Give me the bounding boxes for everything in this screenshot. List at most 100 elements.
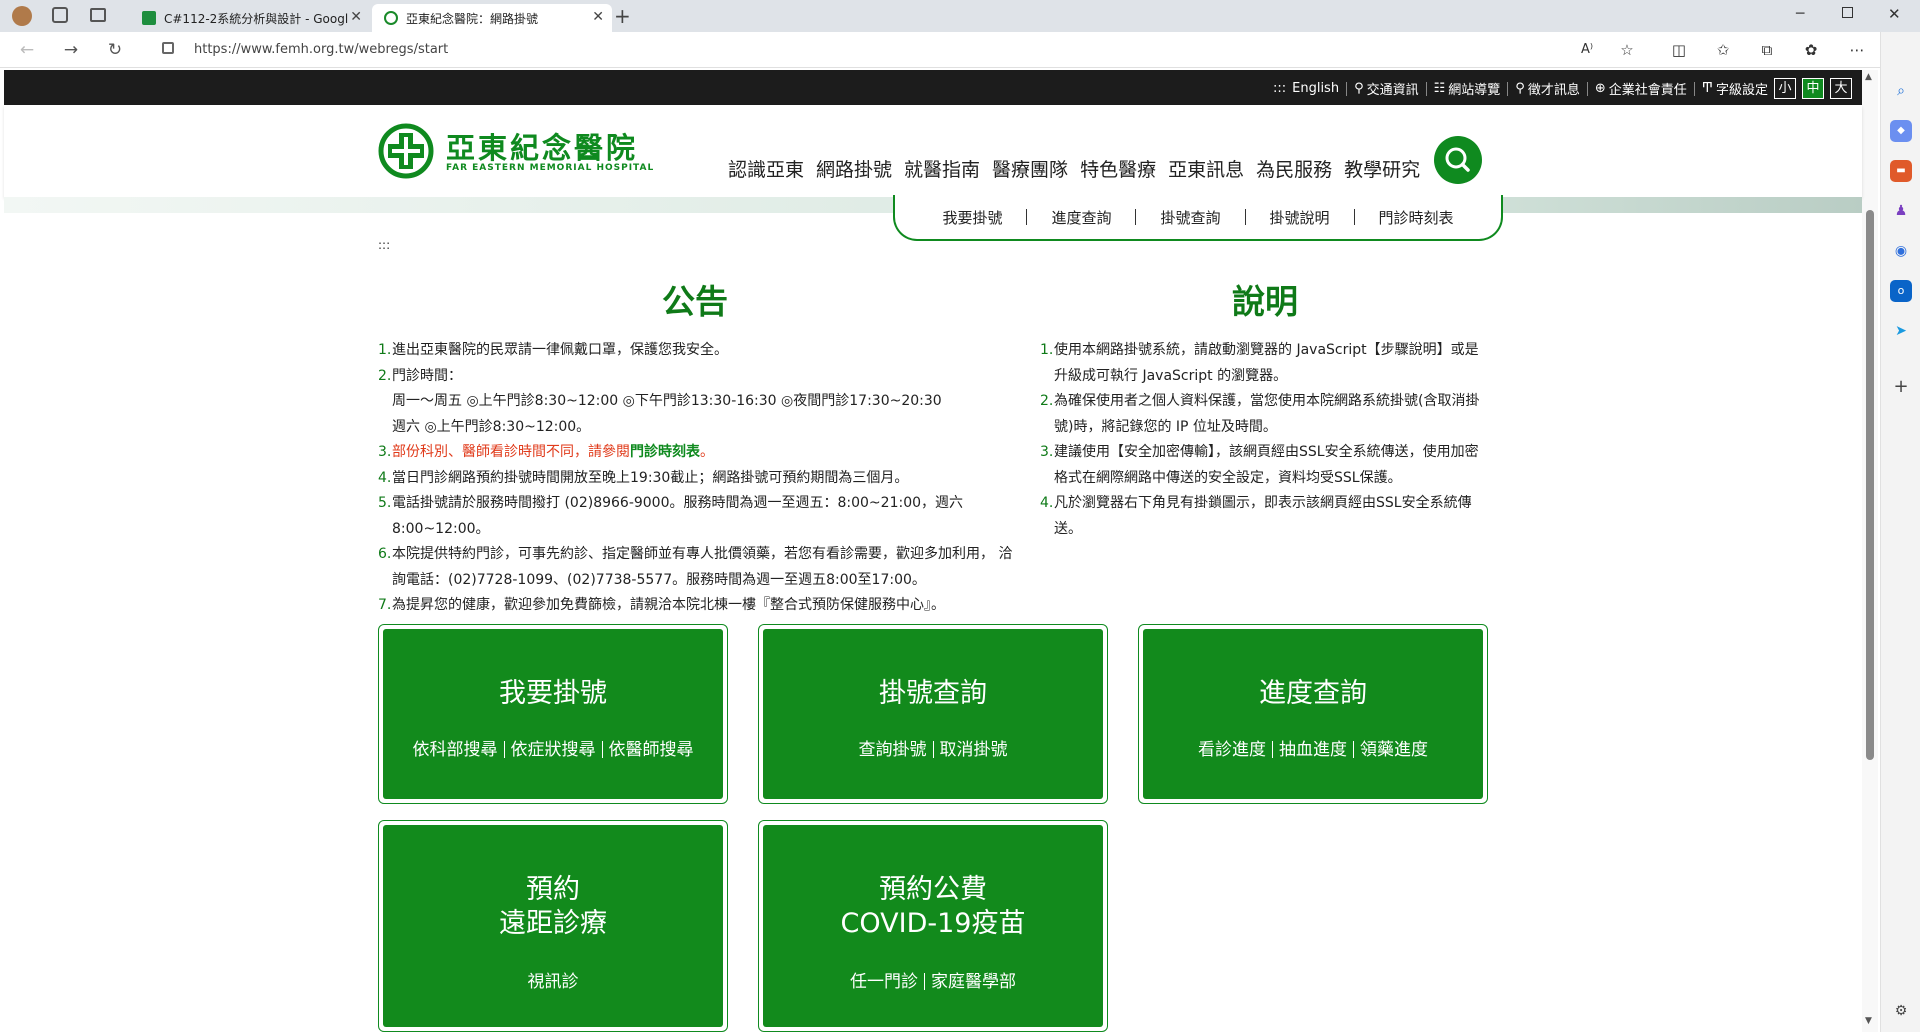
list-item: 詢電話：(02)7728-1099、(02)7738-5577。服務時間為週一至…	[392, 571, 926, 588]
nav-item-team[interactable]: 醫療團隊	[992, 155, 1068, 182]
list-item: 升級成可執行 JavaScript 的瀏覽器。	[1054, 367, 1288, 384]
card-title: 進度查詢	[1259, 678, 1367, 709]
tools-icon[interactable]: ▬	[1890, 160, 1912, 182]
card-register[interactable]: 我要掛號 依科部搜尋 依症狀搜尋 依醫師搜尋	[378, 624, 728, 804]
card-covid-vaccine[interactable]: 預約公費 COVID-19疫苗 任一門診 家庭醫學部	[758, 820, 1108, 1032]
card-links: 看診進度 抽血進度 領藥進度	[1143, 735, 1483, 760]
nav-item-guide[interactable]: 就醫指南	[904, 155, 980, 182]
extensions-icon[interactable]: ✿	[1800, 39, 1822, 61]
site-search-button[interactable]	[1434, 136, 1482, 184]
hospital-cross-logo-icon	[378, 123, 434, 179]
font-large-button[interactable]: 大	[1830, 78, 1852, 99]
profile-avatar[interactable]	[12, 6, 32, 26]
card-link[interactable]: 依科部搜尋	[413, 740, 498, 760]
split-screen-icon[interactable]: ◫	[1668, 39, 1690, 61]
site-header: 亞東紀念醫院 FAR EASTERN MEMORIAL HOSPITAL 認識亞…	[4, 105, 1862, 197]
edge-sidebar: ⌕ ◆ ▬ ♟ ◉ o ➤ + ⚙	[1880, 32, 1920, 1032]
english-link[interactable]: English	[1292, 81, 1339, 96]
subnav-timetable[interactable]: 門診時刻表	[1355, 207, 1478, 228]
card-telemedicine[interactable]: 預約 遠距診療 視訊診	[378, 820, 728, 1032]
send-icon[interactable]: ➤	[1890, 320, 1912, 342]
new-tab-icon[interactable]: +	[614, 4, 631, 28]
refresh-icon[interactable]: ↻	[102, 38, 128, 62]
sitemap-link[interactable]: 網站導覽	[1448, 79, 1500, 98]
url-text[interactable]: https://www.femh.org.tw/webregs/start	[194, 42, 448, 57]
tab-femh[interactable]: 亞東紀念醫院：網路掛號 ✕	[372, 4, 612, 32]
more-menu-icon[interactable]: ⋯	[1846, 39, 1868, 61]
card-query[interactable]: 掛號查詢 查詢掛號 取消掛號	[758, 624, 1108, 804]
nav-item-specialty[interactable]: 特色醫療	[1080, 155, 1156, 182]
list-item: 送。	[1054, 520, 1082, 537]
tab-title: 亞東紀念醫院：網路掛號	[406, 11, 539, 26]
card-link[interactable]: 查詢掛號	[859, 740, 927, 760]
close-tab-icon[interactable]: ✕	[350, 9, 362, 25]
globe-icon: ⊕	[1594, 81, 1606, 96]
card-link[interactable]: 看診進度	[1198, 740, 1266, 760]
map-pin-icon: ⚲	[1354, 81, 1364, 96]
subnav-query[interactable]: 掛號查詢	[1136, 207, 1244, 228]
add-sidebar-icon[interactable]: +	[1890, 376, 1912, 398]
hospital-logo[interactable]: 亞東紀念醫院 FAR EASTERN MEMORIAL HOSPITAL	[378, 123, 658, 181]
nav-item-news[interactable]: 亞東訊息	[1168, 155, 1244, 182]
list-item: 8:00~12:00。	[392, 520, 490, 537]
read-aloud-icon[interactable]: A⁾	[1576, 39, 1598, 61]
url-box[interactable]: https://www.femh.org.tw/webregs/start	[148, 36, 1648, 64]
accesskey-marker: :::	[378, 238, 391, 252]
card-link[interactable]: 任一門診	[850, 972, 918, 992]
scrollbar-thumb[interactable]	[1866, 210, 1874, 760]
page-scrollbar[interactable]: ▲ ▼	[1862, 70, 1878, 1032]
nav-item-research[interactable]: 教學研究	[1344, 155, 1420, 182]
site-info-icon[interactable]	[162, 42, 174, 54]
vertical-tabs-icon[interactable]	[90, 8, 106, 22]
tab-google-sheets[interactable]: C#112-2系統分析與設計 - Googl ✕	[130, 4, 370, 32]
list-item: 號)時，將記錄您的 IP 位址及時間。	[1054, 418, 1277, 435]
collections-icon[interactable]: ⧉	[1756, 39, 1778, 61]
forward-icon[interactable]: →	[58, 38, 84, 62]
explanation-list: 1. 使用本網路掛號系統，請啟動瀏覽器的 JavaScript【步驟說明】或是 升…	[1040, 338, 1500, 542]
card-progress[interactable]: 進度查詢 看診進度 抽血進度 領藥進度	[1138, 624, 1488, 804]
subnav-register[interactable]: 我要掛號	[918, 207, 1026, 228]
card-link[interactable]: 家庭醫學部	[931, 972, 1016, 992]
microsoft365-icon[interactable]: ◉	[1890, 240, 1912, 262]
outlook-icon[interactable]: o	[1890, 280, 1912, 302]
card-link[interactable]: 抽血進度	[1279, 740, 1347, 760]
close-window-icon[interactable]: ✕	[1888, 5, 1901, 23]
card-link[interactable]: 依症狀搜尋	[511, 740, 596, 760]
recruit-link[interactable]: 徵才訊息	[1528, 79, 1580, 98]
list-item: 1. 使用本網路掛號系統，請啟動瀏覽器的 JavaScript【步驟說明】或是	[1040, 342, 1479, 358]
card-link[interactable]: 領藥進度	[1360, 740, 1428, 760]
minimize-icon[interactable]: ─	[1796, 6, 1804, 22]
nav-item-registration[interactable]: 網路掛號	[816, 155, 892, 182]
subnav-progress[interactable]: 進度查詢	[1027, 207, 1135, 228]
close-tab-icon[interactable]: ✕	[592, 9, 604, 25]
back-icon[interactable]: ←	[14, 38, 40, 62]
nav-item-service[interactable]: 為民服務	[1256, 155, 1332, 182]
traffic-link[interactable]: 交通資訊	[1367, 79, 1419, 98]
timetable-link[interactable]: 門診時刻表	[630, 444, 700, 460]
list-item: 4. 凡於瀏覽器右下角見有掛鎖圖示，即表示該網頁經由SSL安全系統傳	[1040, 495, 1472, 511]
list-item: 格式在網際網路中傳送的安全設定，資料均受SSL保護。	[1054, 469, 1402, 486]
search-icon[interactable]: ⌕	[1890, 80, 1912, 102]
shopping-icon[interactable]: ◆	[1890, 120, 1912, 142]
card-link[interactable]: 依醫師搜尋	[609, 740, 694, 760]
scroll-up-icon[interactable]: ▲	[1865, 72, 1872, 82]
nav-item-about[interactable]: 認識亞東	[728, 155, 804, 182]
card-links: 依科部搜尋 依症狀搜尋 依醫師搜尋	[383, 735, 723, 760]
subnav-instructions[interactable]: 掛號說明	[1246, 207, 1354, 228]
restore-icon[interactable]	[1842, 7, 1853, 18]
announcement-title: 公告	[662, 282, 728, 321]
favorite-star-icon[interactable]: ☆	[1616, 39, 1638, 61]
card-link[interactable]: 視訊診	[528, 972, 579, 992]
favorites-icon[interactable]: ✩	[1712, 39, 1734, 61]
font-medium-button[interactable]: 中	[1802, 78, 1824, 99]
games-icon[interactable]: ♟	[1890, 200, 1912, 222]
workspaces-icon[interactable]	[52, 7, 68, 23]
scroll-down-icon[interactable]: ▼	[1865, 1016, 1872, 1026]
list-item: 2. 為確保使用者之個人資料保護，當您使用本院網路系統掛號(含取消掛	[1040, 393, 1480, 409]
sidebar-settings-icon[interactable]: ⚙	[1890, 1000, 1912, 1022]
logo-english: FAR EASTERN MEMORIAL HOSPITAL	[446, 163, 655, 173]
font-small-button[interactable]: 小	[1774, 78, 1796, 99]
csr-link[interactable]: 企業社會責任	[1609, 79, 1687, 98]
card-link[interactable]: 取消掛號	[940, 740, 1008, 760]
list-item: 7. 為提昇您的健康，歡迎參加免費篩檢，請親洽本院北棟一樓『整合式預防保健服務中心…	[378, 597, 945, 613]
